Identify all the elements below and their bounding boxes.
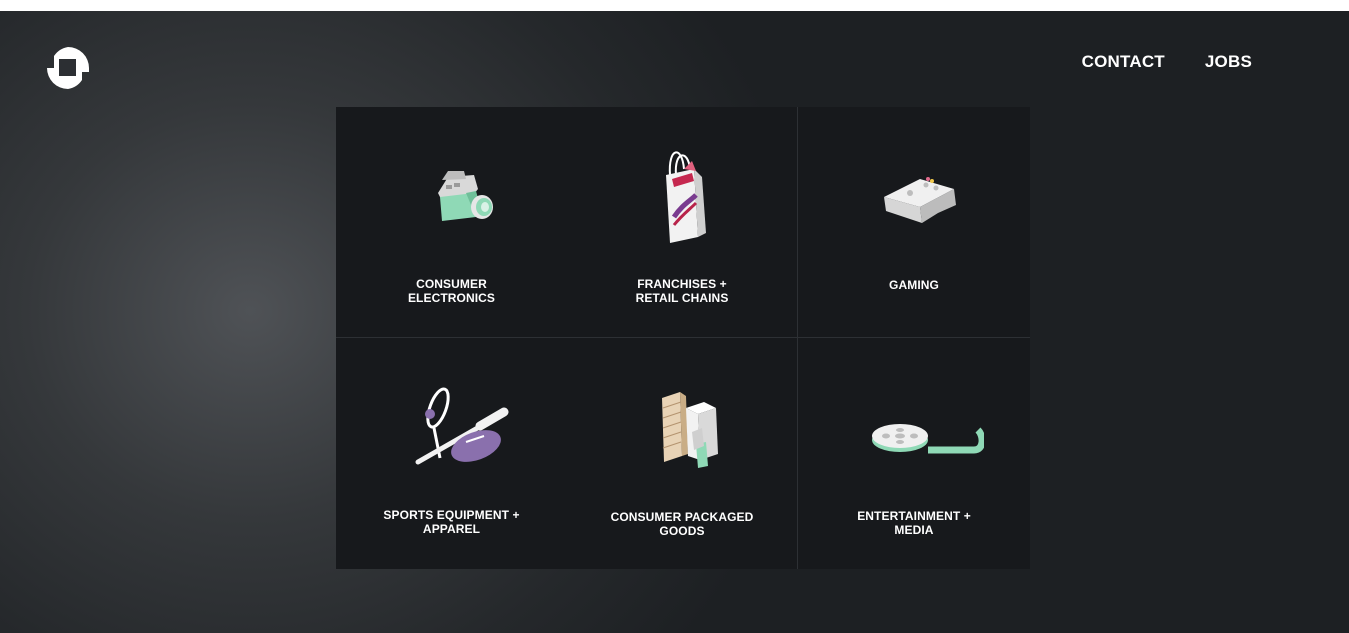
tile-label: CONSUMER ELECTRONICS xyxy=(407,277,496,305)
shopping-bag-icon xyxy=(666,151,706,243)
logo-icon xyxy=(47,47,89,89)
packaged-goods-icon xyxy=(662,392,718,468)
category-grid: CONSUMER ELECTRONICS FRANCHISES + RETAIL… xyxy=(336,107,1030,569)
tile-consumer-packaged-goods[interactable]: CONSUMER PACKAGED GOODS xyxy=(567,338,798,569)
page-background: CONTACT JOBS CONSUMER ELECTRONICS FRANCH… xyxy=(0,11,1349,633)
film-reel-icon xyxy=(872,424,984,454)
top-white-strip xyxy=(0,0,1349,11)
tile-label: CONSUMER PACKAGED GOODS xyxy=(610,510,754,538)
nav-jobs-link[interactable]: JOBS xyxy=(1205,52,1252,72)
tile-label: GAMING xyxy=(889,278,939,292)
game-controller-icon xyxy=(884,177,956,223)
tile-label: ENTERTAINMENT + MEDIA xyxy=(857,509,971,537)
top-nav: CONTACT JOBS xyxy=(1082,52,1252,72)
camera-icon xyxy=(437,171,493,221)
sports-equipment-icon xyxy=(415,387,508,465)
nav-contact-link[interactable]: CONTACT xyxy=(1082,52,1165,72)
tile-label: FRANCHISES + RETAIL CHAINS xyxy=(635,277,729,305)
tile-label: SPORTS EQUIPMENT + APPAREL xyxy=(383,508,520,536)
tile-entertainment-media[interactable]: ENTERTAINMENT + MEDIA xyxy=(798,338,1030,569)
tile-sports-equipment[interactable]: SPORTS EQUIPMENT + APPAREL xyxy=(336,338,567,569)
tile-gaming[interactable]: GAMING xyxy=(798,107,1030,338)
brand-logo[interactable] xyxy=(45,45,91,91)
tile-franchises-retail[interactable]: FRANCHISES + RETAIL CHAINS xyxy=(567,107,798,338)
tile-consumer-electronics[interactable]: CONSUMER ELECTRONICS xyxy=(336,107,567,338)
